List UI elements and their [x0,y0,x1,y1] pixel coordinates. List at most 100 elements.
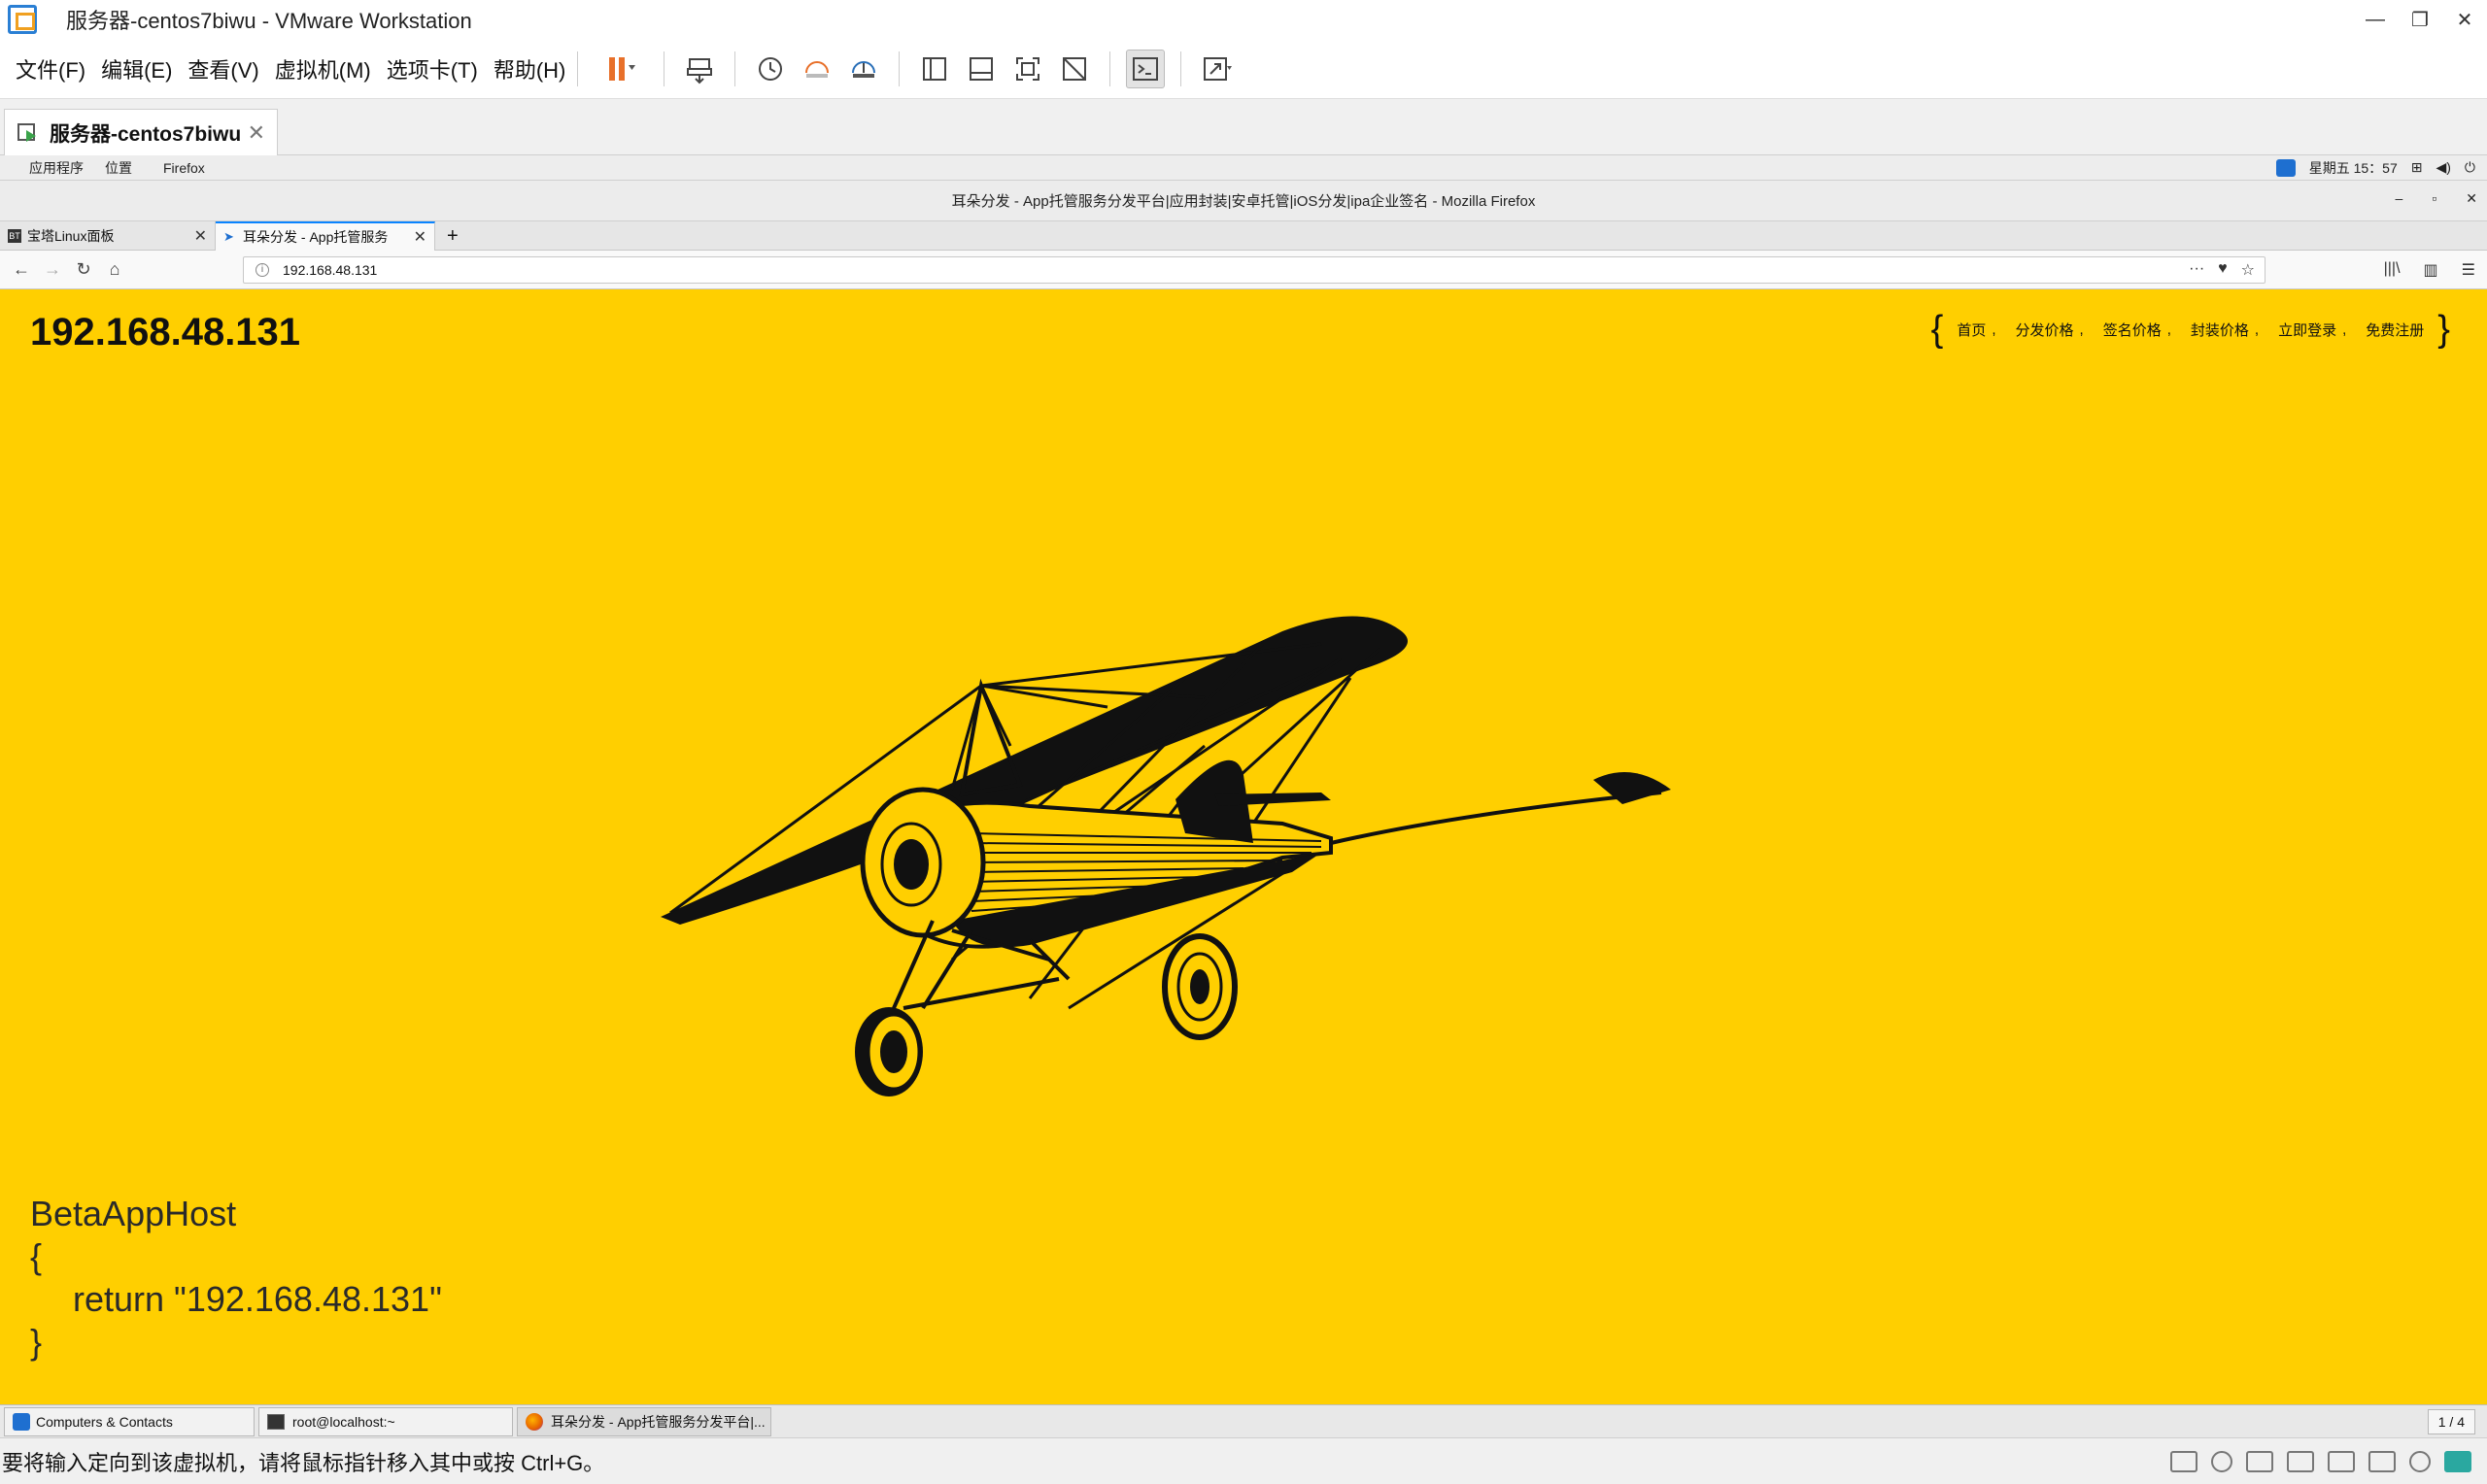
hard-disk-icon[interactable] [2170,1450,2197,1472]
maximize-icon[interactable]: ▫ [2432,190,2436,207]
toolbar-right: |||\ ▥ ☰ [2384,260,2475,280]
code-close-brace: } [30,1322,43,1362]
tab-erduo[interactable]: ➤ 耳朵分发 - App托管服务 ✕ [216,221,435,251]
sound-icon[interactable] [2368,1450,2396,1472]
device-status-icons [2170,1450,2471,1472]
restore-icon[interactable]: ❐ [2398,0,2442,39]
message-log-icon[interactable] [2444,1450,2471,1472]
applications-menu[interactable]: 应用程序 [29,158,84,178]
usb-icon[interactable] [2287,1450,2314,1472]
revert-snapshot-icon[interactable] [798,50,836,88]
power-icon[interactable]: ⏻ [2465,159,2475,176]
cd-dvd-icon[interactable] [2211,1450,2232,1472]
workspace-switcher[interactable]: 1 / 4 [2427,1408,2475,1434]
unity-icon[interactable] [1055,50,1094,88]
guest-taskbar: Computers & Contacts root@localhost:~ 耳朵… [0,1404,2487,1437]
volume-icon[interactable]: ◀) [2436,159,2450,176]
thumbnail-bar-icon[interactable] [962,50,1001,88]
url-actions: ··· ♥ ☆ [2189,260,2255,280]
display-icon[interactable] [2409,1450,2431,1472]
toolbar-divider [577,51,579,86]
airplane-illustration [661,616,1671,1096]
firefox-window-controls: – ▫ ✕ [2396,190,2478,207]
window-title: 服务器-centos7biwu - VMware Workstation [66,9,472,33]
vm-tab[interactable]: 服务器-centos7biwu ✕ [4,109,278,155]
url-bar[interactable]: i 192.168.48.131 ··· ♥ ☆ [243,256,2266,284]
nav-packaging-price[interactable]: 封装价格 [2191,320,2249,340]
nav-home[interactable]: 首页 [1957,320,1986,340]
nav-separator: , [2342,320,2347,338]
paper-plane-favicon-icon: ➤ [223,229,234,244]
menu-vm[interactable]: 虚拟机(M) [275,53,371,84]
bookmark-star-icon[interactable]: ☆ [2241,260,2255,280]
code-snippet: BetaAppHost { return "192.168.48.131" } [30,1193,442,1364]
sidebar-icon[interactable]: ▥ [2424,260,2438,280]
close-tab-icon[interactable]: ✕ [194,226,207,246]
taskbar-label: root@localhost:~ [292,1413,395,1430]
firefox-nav-bar: ← → ↻ ⌂ i 192.168.48.131 ··· ♥ ☆ |||\ ▥ … [0,251,2487,289]
network-adapter-icon[interactable] [2246,1450,2273,1472]
minimize-icon[interactable]: — [2353,0,2398,39]
code-name: BetaAppHost [30,1194,237,1233]
snapshot-icon[interactable] [751,50,790,88]
taskbar-label: 耳朵分发 - App托管服务分发平台|... [551,1413,766,1430]
close-tab-icon[interactable]: ✕ [414,227,426,247]
site-nav: { 首页, 分发价格, 签名价格, 封装价格, 立即登录, 免费注册 } [1924,311,2458,348]
nav-separator: , [1992,320,1996,338]
menu-tabs[interactable]: 选项卡(T) [387,53,478,84]
close-icon[interactable]: ✕ [2442,0,2487,39]
pause-icon[interactable] [594,50,648,88]
code-open-brace: { [30,1236,43,1276]
menu-view[interactable]: 查看(V) [187,53,258,84]
reload-icon[interactable]: ↻ [68,259,99,280]
nav-separator: , [2254,320,2260,338]
vm-tab-label: 服务器-centos7biwu [50,122,242,146]
code-return-line: return "192.168.48.131" [73,1279,442,1319]
minimize-icon[interactable]: – [2396,190,2403,207]
tab-bt-panel[interactable]: BT 宝塔Linux面板 ✕ [0,221,216,251]
page-actions-icon[interactable]: ··· [2189,260,2204,280]
close-icon[interactable]: ✕ [2466,190,2477,207]
home-icon[interactable]: ⌂ [99,259,130,280]
network-icon[interactable]: ⊞ [2411,159,2423,176]
new-tab-button[interactable]: + [439,221,468,251]
library-icon[interactable]: |||\ [2384,260,2401,280]
nav-login[interactable]: 立即登录 [2278,320,2336,340]
firefox-icon [526,1412,543,1431]
full-screen-icon[interactable] [1008,50,1047,88]
menu-edit[interactable]: 编辑(E) [101,53,172,84]
snapshot-manager-icon[interactable] [844,50,883,88]
printer-icon[interactable] [2328,1450,2355,1472]
menu-help[interactable]: 帮助(H) [494,53,566,84]
nav-register[interactable]: 免费注册 [2366,320,2424,340]
nav-signing-price[interactable]: 签名价格 [2103,320,2162,340]
places-menu[interactable]: 位置 [105,158,132,178]
taskbar-firefox[interactable]: 耳朵分发 - App托管服务分发平台|... [517,1406,771,1436]
toolbar-divider [1180,51,1182,86]
teamviewer-icon[interactable] [2275,158,2296,177]
menu-file[interactable]: 文件(F) [16,53,85,84]
nav-separator: , [2166,320,2171,338]
clock[interactable]: 星期五 15：57 [2309,158,2398,178]
taskbar-terminal[interactable]: root@localhost:~ [258,1406,513,1436]
firefox-app-menu[interactable]: Firefox [163,160,205,176]
site-info-icon[interactable]: i [256,263,269,277]
show-library-icon[interactable] [915,50,954,88]
hamburger-menu-icon[interactable]: ☰ [2462,260,2475,280]
gnome-status-area: 星期五 15：57 ⊞ ◀) ⏻ [2275,158,2475,178]
nav-distribution-price[interactable]: 分发价格 [2016,320,2074,340]
vmware-titlebar: 服务器-centos7biwu - VMware Workstation — ❐… [0,0,2487,39]
close-tab-icon[interactable]: ✕ [248,120,265,146]
firefox-tab-bar: BT 宝塔Linux面板 ✕ ➤ 耳朵分发 - App托管服务 ✕ + [0,221,2487,251]
console-view-icon[interactable] [1126,49,1166,88]
vmware-logo-icon [8,5,37,34]
taskbar-computers-contacts[interactable]: Computers & Contacts [4,1406,255,1436]
gnome-top-bar: 应用程序 位置 Firefox 星期五 15：57 ⊞ ◀) ⏻ [0,155,2487,181]
tab-label: 宝塔Linux面板 [27,228,115,244]
forward-icon[interactable]: → [37,259,68,280]
back-icon[interactable]: ← [6,259,37,280]
send-ctrl-alt-del-icon[interactable] [680,50,719,88]
pocket-icon[interactable]: ♥ [2218,260,2228,280]
stretch-guest-icon[interactable] [1197,50,1236,88]
vm-running-icon [17,122,36,142]
